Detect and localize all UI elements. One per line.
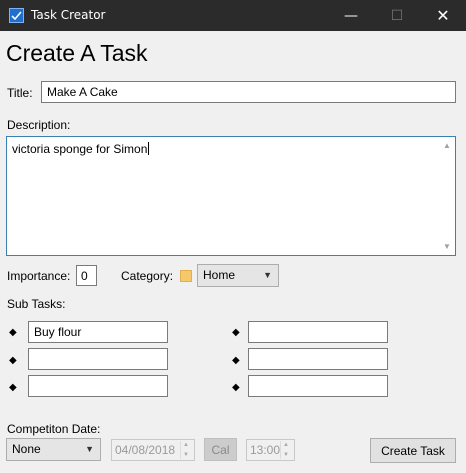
- chevron-down-icon: ▼: [85, 444, 94, 454]
- text-caret: [148, 142, 150, 155]
- subtask-field[interactable]: [248, 375, 388, 397]
- description-text: victoria sponge for Simon: [12, 142, 148, 156]
- title-field[interactable]: Make A Cake: [41, 81, 456, 103]
- spin-down-icon: ▼: [183, 452, 189, 458]
- subtask-field[interactable]: [28, 348, 168, 370]
- bullet-icon: ◆: [232, 355, 240, 366]
- description-field[interactable]: victoria sponge for Simon ▲ ▼: [6, 136, 456, 256]
- importance-label: Importance:: [7, 269, 71, 283]
- importance-field[interactable]: 0: [76, 265, 97, 286]
- spin-down-icon: ▼: [283, 452, 289, 458]
- title-label: Title:: [7, 86, 33, 100]
- category-label: Category:: [121, 269, 174, 283]
- subtask-field[interactable]: [248, 321, 388, 343]
- scroll-down-icon[interactable]: ▼: [443, 242, 451, 251]
- close-button[interactable]: ✕: [420, 0, 466, 31]
- subtask-field[interactable]: [248, 348, 388, 370]
- subtask-field[interactable]: [28, 375, 168, 397]
- bullet-icon: ◆: [9, 327, 17, 338]
- page-title: Create A Task: [6, 40, 148, 66]
- scroll-up-icon[interactable]: ▲: [443, 141, 451, 150]
- competition-date-label: Competiton Date:: [7, 422, 101, 436]
- maximize-button[interactable]: ☐: [374, 0, 420, 31]
- task-app-icon: [9, 8, 24, 23]
- titlebar: Task Creator — ☐ ✕: [0, 0, 466, 31]
- description-label: Description:: [7, 118, 71, 132]
- subtask-field[interactable]: Buy flour: [28, 321, 168, 343]
- bullet-icon: ◆: [232, 382, 240, 393]
- chevron-down-icon: ▼: [263, 270, 272, 280]
- calendar-button: Cal: [204, 438, 237, 461]
- description-scrollbar[interactable]: ▲ ▼: [440, 138, 454, 254]
- time-spinner: ▲ ▼: [280, 441, 293, 459]
- category-color-swatch: [180, 270, 192, 282]
- bullet-icon: ◆: [9, 382, 17, 393]
- task-form: Create A Task Title: Make A Cake Descrip…: [0, 31, 466, 473]
- time-field: 13:00 ▲ ▼: [246, 439, 295, 461]
- create-task-button[interactable]: Create Task: [370, 438, 456, 463]
- competition-value: None: [12, 442, 41, 456]
- competition-dropdown[interactable]: None ▼: [6, 438, 101, 461]
- date-field: 04/08/2018 ▲ ▼: [111, 439, 195, 461]
- time-value: 13:00: [250, 443, 281, 457]
- window-title: Task Creator: [31, 8, 106, 22]
- category-dropdown[interactable]: Home ▼: [197, 264, 279, 287]
- subtasks-label: Sub Tasks:: [7, 297, 66, 311]
- bullet-icon: ◆: [232, 327, 240, 338]
- minimize-button[interactable]: —: [328, 0, 374, 31]
- spin-up-icon: ▲: [283, 442, 289, 448]
- category-value: Home: [203, 268, 236, 282]
- date-spinner: ▲ ▼: [180, 441, 193, 459]
- bullet-icon: ◆: [9, 355, 17, 366]
- spin-up-icon: ▲: [183, 442, 189, 448]
- date-value: 04/08/2018: [115, 443, 176, 457]
